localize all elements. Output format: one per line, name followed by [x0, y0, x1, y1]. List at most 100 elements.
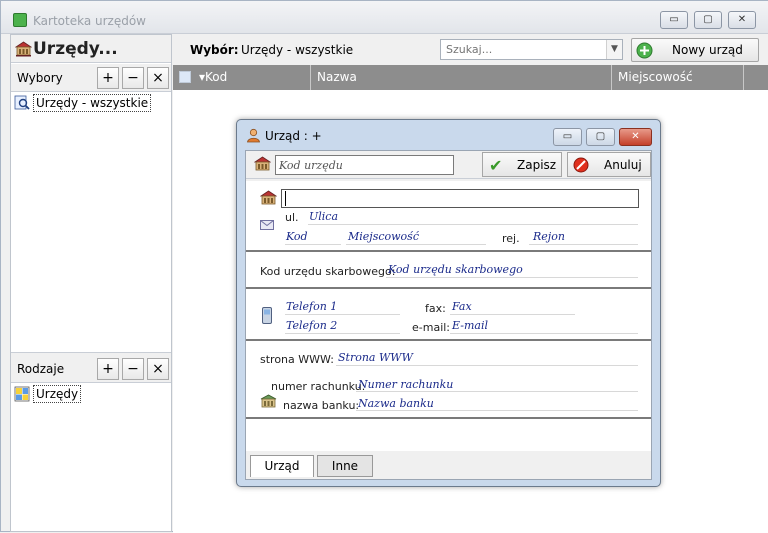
dialog-maximize-button[interactable]: ▢	[586, 128, 615, 146]
dialog-title: Urząd : +	[265, 129, 322, 143]
street-value: Ulica	[309, 210, 339, 223]
column-kod[interactable]: ▾Kod	[193, 65, 311, 90]
wybor-value: Urzędy - wszystkie	[241, 43, 354, 57]
region-value: Rejon	[533, 230, 565, 243]
account-number-field[interactable]: Numer rachunku	[356, 375, 638, 392]
rodzaje-add-button[interactable]: +	[97, 358, 119, 380]
office-building-icon	[254, 156, 271, 171]
office-building-icon	[260, 190, 277, 205]
mobile-phone-icon	[262, 307, 272, 324]
ul-label: ul.	[285, 211, 299, 224]
rej-label: rej.	[502, 232, 520, 245]
left-panel-header: Urzędy...	[11, 35, 171, 63]
fax-label: fax:	[425, 302, 446, 315]
office-building-icon	[15, 41, 32, 57]
save-label: Zapisz	[517, 158, 557, 172]
account-number-label: numer rachunku:	[271, 380, 366, 393]
cancel-button[interactable]: Anuluj	[567, 152, 651, 177]
kod-urzedu-input[interactable]: Kod urzędu	[275, 155, 454, 175]
separator	[246, 250, 651, 252]
rodzaje-label: Rodzaje	[17, 362, 65, 376]
email-field[interactable]: E-mail	[450, 317, 638, 334]
rodzaje-remove-button[interactable]: −	[122, 358, 144, 380]
separator	[246, 339, 651, 341]
panel-title: Urzędy...	[33, 39, 118, 59]
search-box[interactable]: ▼	[440, 39, 623, 60]
kod-urzedu-placeholder: Kod urzędu	[279, 159, 343, 172]
category-grid-icon	[14, 386, 30, 402]
dialog-toolbar: Kod urzędu ✔ Zapisz Anuluj	[246, 151, 651, 179]
city-field[interactable]: Miejscowość	[346, 228, 486, 245]
minimize-button[interactable]: ▭	[660, 11, 688, 29]
rodzaje-close-button[interactable]: ×	[147, 358, 169, 380]
app-icon	[13, 13, 27, 27]
www-field[interactable]: Strona WWW	[336, 349, 638, 366]
fax-value: Fax	[452, 300, 472, 313]
tree-item-urzedy-wszystkie[interactable]: Urzędy - wszystkie	[33, 94, 152, 112]
tree-item-urzedy[interactable]: Urzędy	[33, 385, 82, 403]
search-filter-icon	[14, 95, 30, 110]
wybory-add-button[interactable]: +	[97, 67, 119, 89]
dialog-body: Kod urzędu ✔ Zapisz Anuluj ul. Ulica Kod…	[245, 150, 652, 480]
form-panel: ul. Ulica Kod Miejscowość rej. Rejon Kod…	[246, 181, 651, 451]
city-value: Miejscowość	[348, 230, 419, 243]
bank-name-field[interactable]: Nazwa banku	[356, 394, 638, 411]
office-dialog: Urząd : + ▭ ▢ ✕ Kod urzędu ✔ Zapisz Anul…	[236, 119, 661, 487]
save-button[interactable]: ✔ Zapisz	[482, 152, 562, 177]
column-nazwa[interactable]: Nazwa	[311, 65, 612, 90]
wybor-label: Wybór:	[190, 43, 239, 57]
postal-code-value: Kod	[286, 230, 308, 243]
bank-icon	[260, 394, 277, 408]
tax-office-label: Kod urzędu skarbowego:	[260, 265, 396, 278]
tax-office-value: Kod urzędu skarbowego	[388, 263, 523, 276]
window-title: Kartoteka urzędów	[33, 14, 146, 28]
phone1-field[interactable]: Telefon 1	[285, 298, 400, 315]
select-all-checkbox[interactable]	[179, 71, 191, 83]
wybory-remove-button[interactable]: −	[122, 67, 144, 89]
title-bar: Kartoteka urzędów ▭ ▢ ✕	[1, 1, 768, 34]
text-cursor	[285, 191, 286, 206]
bank-name-value: Nazwa banku	[358, 397, 434, 410]
rodzaje-header: Rodzaje + − ×	[11, 355, 171, 383]
envelope-icon	[260, 220, 274, 230]
phone2-field[interactable]: Telefon 2	[285, 317, 400, 334]
add-icon	[636, 42, 653, 59]
separator	[246, 287, 651, 289]
wybory-header: Wybory + − ×	[11, 64, 171, 92]
tab-urzad[interactable]: Urząd	[250, 455, 314, 477]
phone1-value: Telefon 1	[286, 300, 338, 313]
region-field[interactable]: Rejon	[529, 228, 638, 245]
dialog-minimize-button[interactable]: ▭	[553, 128, 582, 146]
account-number-value: Numer rachunku	[358, 378, 454, 391]
wybory-close-button[interactable]: ×	[147, 67, 169, 89]
postal-code-field[interactable]: Kod	[285, 228, 341, 245]
fax-field[interactable]: Fax	[450, 298, 575, 315]
phone2-value: Telefon 2	[286, 319, 338, 332]
tab-inne[interactable]: Inne	[317, 455, 373, 477]
rodzaje-tree: Urzędy	[13, 384, 169, 529]
maximize-button[interactable]: ▢	[694, 11, 722, 29]
tax-office-field[interactable]: Kod urzędu skarbowego	[386, 261, 638, 278]
email-value: E-mail	[452, 319, 488, 332]
column-header: ▾Kod Nazwa Miejscowość	[173, 65, 768, 90]
chevron-down-icon[interactable]: ▼	[606, 40, 622, 59]
column-miejscowosc[interactable]: Miejscowość	[612, 65, 744, 90]
office-name-input[interactable]	[281, 189, 639, 208]
main-toolbar: Wybór: Urzędy - wszystkie ▼ Nowy urząd	[173, 34, 768, 65]
cancel-label: Anuluj	[604, 158, 642, 172]
new-office-label: Nowy urząd	[672, 43, 743, 57]
bank-name-label: nazwa banku:	[283, 399, 360, 412]
www-label: strona WWW:	[260, 353, 334, 366]
search-input[interactable]	[441, 40, 605, 59]
wybory-tree: Urzędy - wszystkie	[13, 93, 169, 351]
cancel-icon	[573, 157, 589, 173]
dialog-close-button[interactable]: ✕	[619, 128, 652, 146]
left-panel: Urzędy... Wybory + − × Urzędy - wszystki…	[10, 34, 172, 532]
separator	[246, 417, 651, 419]
new-office-button[interactable]: Nowy urząd	[631, 38, 759, 62]
email-label: e-mail:	[412, 321, 451, 334]
street-field[interactable]: Ulica	[308, 209, 638, 225]
main-window: Kartoteka urzędów ▭ ▢ ✕ Urzędy... Wybory…	[0, 0, 768, 533]
close-window-button[interactable]: ✕	[728, 11, 756, 29]
www-value: Strona WWW	[338, 351, 413, 364]
